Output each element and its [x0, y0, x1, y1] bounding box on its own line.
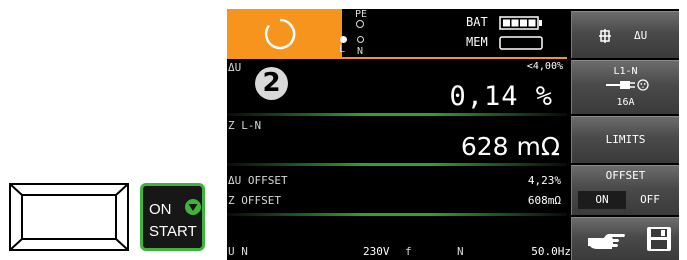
instrument-display: PE L N BAT MEM ΔU 2 <4,00% 0,14 % Z L-N …	[227, 9, 679, 260]
du-offset-value: 4,23%	[527, 174, 561, 187]
frequency-value: 50.0Hz	[531, 245, 571, 258]
z-offset-value: 608mΩ	[527, 194, 561, 207]
row-divider	[227, 113, 567, 116]
offset-toggle[interactable]: ON OFF	[578, 191, 674, 209]
on-start-key[interactable]: ON START	[140, 183, 205, 251]
start-label: START	[149, 223, 197, 240]
pe-label: PE	[355, 9, 368, 20]
memory-icon	[499, 36, 543, 50]
plug-icon	[606, 79, 649, 91]
function-icon	[599, 29, 611, 43]
save-icon	[647, 227, 671, 251]
blank-key[interactable]	[9, 183, 129, 251]
voltage-drop-row: ΔU 2 <4,00% 0,14 %	[227, 59, 567, 115]
measurement-status-area	[227, 9, 342, 57]
offset-off-option[interactable]: OFF	[626, 191, 674, 209]
memory-label: MEM	[466, 35, 488, 49]
du-offset-row: ΔU OFFSET 4,23%	[227, 171, 567, 193]
du-offset-label: ΔU OFFSET	[228, 174, 288, 187]
voltage-drop-value: 0,14 %	[449, 81, 553, 112]
offset-rows: ΔU OFFSET 4,23% Z OFFSET 608mΩ	[227, 167, 567, 215]
voltage-drop-limit: <4,00%	[526, 61, 563, 72]
frequency-n-label: N	[457, 245, 464, 258]
softkey-column: ΔU L1-N 16A LIMITS OFFSET ON OFF	[567, 9, 679, 260]
impedance-label: Z L-N	[228, 119, 262, 132]
l-indicator-icon	[340, 36, 347, 43]
voltage-label: U N	[228, 245, 248, 258]
voltage-drop-label: ΔU	[228, 61, 242, 74]
on-label: ON	[149, 201, 172, 218]
pointing-hand-icon	[588, 233, 625, 249]
pe-indicator-icon	[356, 20, 364, 28]
limits-label: LIMITS	[605, 133, 646, 146]
on-start-key-face: ON START	[143, 186, 202, 248]
impedance-value: 628 mΩ	[460, 132, 560, 161]
n-label: N	[357, 46, 364, 57]
offset-label: OFFSET	[605, 169, 646, 182]
n-indicator-icon	[357, 36, 364, 43]
measuring-progress-icon	[264, 18, 296, 50]
fuse-label: 16A	[616, 97, 635, 108]
connection-softkey[interactable]: L1-N 16A	[571, 60, 679, 114]
status-bar: PE L N BAT MEM	[227, 9, 567, 57]
z-offset-label: Z OFFSET	[228, 194, 281, 207]
l-label: L	[339, 44, 346, 55]
mains-row: U N 230V f N 50.0Hz	[227, 217, 571, 260]
offset-softkey[interactable]: OFFSET ON OFF	[571, 165, 679, 215]
measurement-screen: PE L N BAT MEM ΔU 2 <4,00% 0,14 % Z L-N …	[227, 9, 571, 260]
frequency-label: f	[405, 245, 412, 258]
limits-softkey[interactable]: LIMITS	[571, 116, 679, 163]
voltage-value: 230V	[363, 245, 390, 258]
offset-on-option[interactable]: ON	[578, 191, 626, 209]
battery-label: BAT	[466, 15, 488, 29]
row-divider	[227, 163, 567, 166]
mode-softkey[interactable]: ΔU	[571, 11, 679, 58]
battery-icon	[499, 16, 542, 30]
mode-label: ΔU	[634, 29, 648, 42]
impedance-row: Z L-N 628 mΩ	[227, 117, 567, 165]
step-number-badge: 2	[255, 67, 288, 100]
z-offset-row: Z OFFSET 608mΩ	[227, 191, 567, 213]
connection-label: L1-N	[613, 66, 638, 77]
save-softkey[interactable]	[571, 217, 679, 260]
row-divider	[227, 213, 567, 216]
down-arrow-icon	[185, 199, 201, 215]
